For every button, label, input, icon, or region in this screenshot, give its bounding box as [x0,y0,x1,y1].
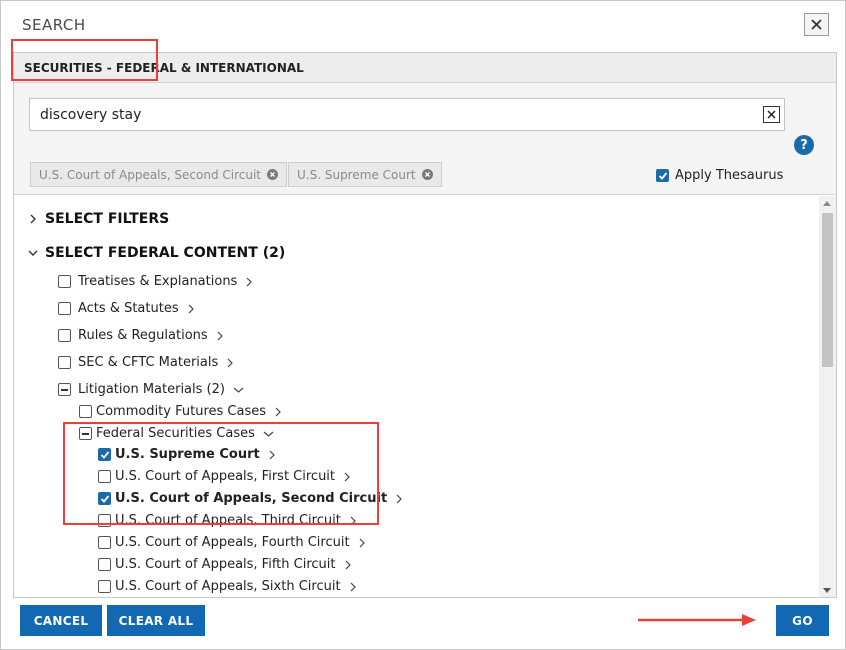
item-label: U.S. Court of Appeals, Fifth Circuit [115,557,336,572]
item-checkbox[interactable] [58,383,71,396]
item-checkbox[interactable] [79,427,92,440]
item-checkbox[interactable] [98,580,111,593]
select-filters-toggle[interactable]: SELECT FILTERS [28,211,169,227]
chevron-right-icon[interactable] [344,560,352,570]
content-tree: SELECT FILTERS SELECT FEDERAL CONTENT (2… [14,196,820,597]
tree-item[interactable]: U.S. Court of Appeals, Second Circuit [98,491,403,506]
arrow-right-icon [638,614,756,626]
item-checkbox[interactable] [98,492,111,505]
clear-search-button[interactable] [763,106,780,123]
scroll-thumb[interactable] [822,213,833,367]
chevron-right-icon[interactable] [343,472,351,482]
search-dialog: SEARCH SECURITIES - FEDERAL & INTERNATIO… [0,0,846,650]
item-label: Litigation Materials (2) [78,382,225,397]
tree-item[interactable]: U.S. Supreme Court [98,447,276,462]
item-checkbox[interactable] [79,405,92,418]
item-checkbox[interactable] [98,470,111,483]
chevron-down-icon[interactable] [233,386,244,394]
item-label: Treatises & Explanations [78,274,238,289]
close-icon [811,19,822,30]
help-icon[interactable]: ? [794,135,814,155]
dialog-title: SEARCH [22,16,86,34]
remove-chip-button[interactable] [267,169,278,180]
tree-item[interactable]: Litigation Materials (2) [58,382,244,397]
tree-item[interactable]: U.S. Court of Appeals, Third Circuit [98,513,357,528]
checkmark-icon [658,171,667,180]
item-label: Federal Securities Cases [96,426,255,441]
chevron-right-icon[interactable] [187,304,195,314]
item-checkbox[interactable] [58,329,71,342]
scrollbar[interactable] [819,196,836,597]
tree-item[interactable]: U.S. Court of Appeals, Sixth Circuit [98,579,357,594]
chip-label: U.S. Supreme Court [297,167,416,182]
item-label: SEC & CFTC Materials [78,355,219,370]
go-button[interactable]: GO [776,605,829,636]
item-checkbox[interactable] [98,448,111,461]
tree-item[interactable]: U.S. Court of Appeals, Fourth Circuit [98,535,366,550]
filter-chip-second-circuit: U.S. Court of Appeals, Second Circuit [30,162,287,187]
select-federal-label: SELECT FEDERAL CONTENT (2) [45,245,286,261]
thesaurus-label: Apply Thesaurus [675,168,784,183]
select-filters-label: SELECT FILTERS [45,211,170,227]
chevron-right-icon[interactable] [226,358,234,368]
thesaurus-checkbox[interactable] [656,169,669,182]
item-label: U.S. Court of Appeals, Sixth Circuit [115,579,341,594]
chevron-right-icon[interactable] [349,582,357,592]
item-label: Acts & Statutes [78,301,179,316]
item-checkbox[interactable] [98,514,111,527]
item-label: U.S. Court of Appeals, Second Circuit [115,491,388,506]
chevron-down-icon [28,250,38,256]
chevron-right-icon[interactable] [349,516,357,526]
scroll-up-icon[interactable] [823,201,831,206]
chevron-right-icon[interactable] [358,538,366,548]
search-input[interactable] [38,103,738,127]
search-panel: SECURITIES - FEDERAL & INTERNATIONAL ? A… [13,52,837,598]
item-checkbox[interactable] [98,558,111,571]
tree-item[interactable]: Federal Securities Cases [79,426,274,441]
tree-item[interactable]: Acts & Statutes [58,301,195,316]
checkmark-icon [100,494,109,503]
item-label: U.S. Court of Appeals, First Circuit [115,469,336,484]
chevron-down-icon[interactable] [263,430,274,438]
close-icon [424,172,430,177]
tree-item[interactable]: U.S. Court of Appeals, Fifth Circuit [98,557,352,572]
item-label: U.S. Supreme Court [115,447,260,462]
tree-item[interactable]: Treatises & Explanations [58,274,253,289]
chevron-right-icon [30,214,36,224]
clear-all-button[interactable]: CLEAR ALL [107,605,205,636]
chip-label: U.S. Court of Appeals, Second Circuit [39,167,261,182]
chevron-right-icon[interactable] [268,450,276,460]
chevron-right-icon[interactable] [216,331,224,341]
checkmark-icon [100,450,109,459]
tree-item[interactable]: Rules & Regulations [58,328,224,343]
tree-item[interactable]: U.S. Court of Appeals, First Circuit [98,469,351,484]
chevron-right-icon[interactable] [274,407,282,417]
scroll-down-icon[interactable] [823,588,831,593]
item-checkbox[interactable] [58,356,71,369]
tree-item[interactable]: SEC & CFTC Materials [58,355,234,370]
chevron-right-icon[interactable] [395,494,403,504]
close-icon [767,110,776,119]
apply-thesaurus[interactable]: Apply Thesaurus [656,168,783,183]
close-button[interactable] [804,13,829,36]
cancel-button[interactable]: CANCEL [20,605,102,636]
item-checkbox[interactable] [98,536,111,549]
item-checkbox[interactable] [58,275,71,288]
filter-chip-supreme-court: U.S. Supreme Court [288,162,442,187]
item-label: Commodity Futures Cases [96,404,266,419]
chevron-right-icon[interactable] [245,277,253,287]
item-label: Rules & Regulations [78,328,208,343]
tree-item[interactable]: Commodity Futures Cases [79,404,282,419]
search-box[interactable] [29,98,785,131]
remove-chip-button[interactable] [421,169,433,180]
select-federal-toggle[interactable]: SELECT FEDERAL CONTENT (2) [28,245,285,261]
item-checkbox[interactable] [58,302,71,315]
item-label: U.S. Court of Appeals, Fourth Circuit [115,535,350,550]
item-label: U.S. Court of Appeals, Third Circuit [115,513,341,528]
panel-header: SECURITIES - FEDERAL & INTERNATIONAL [14,53,836,83]
close-icon [270,172,275,177]
